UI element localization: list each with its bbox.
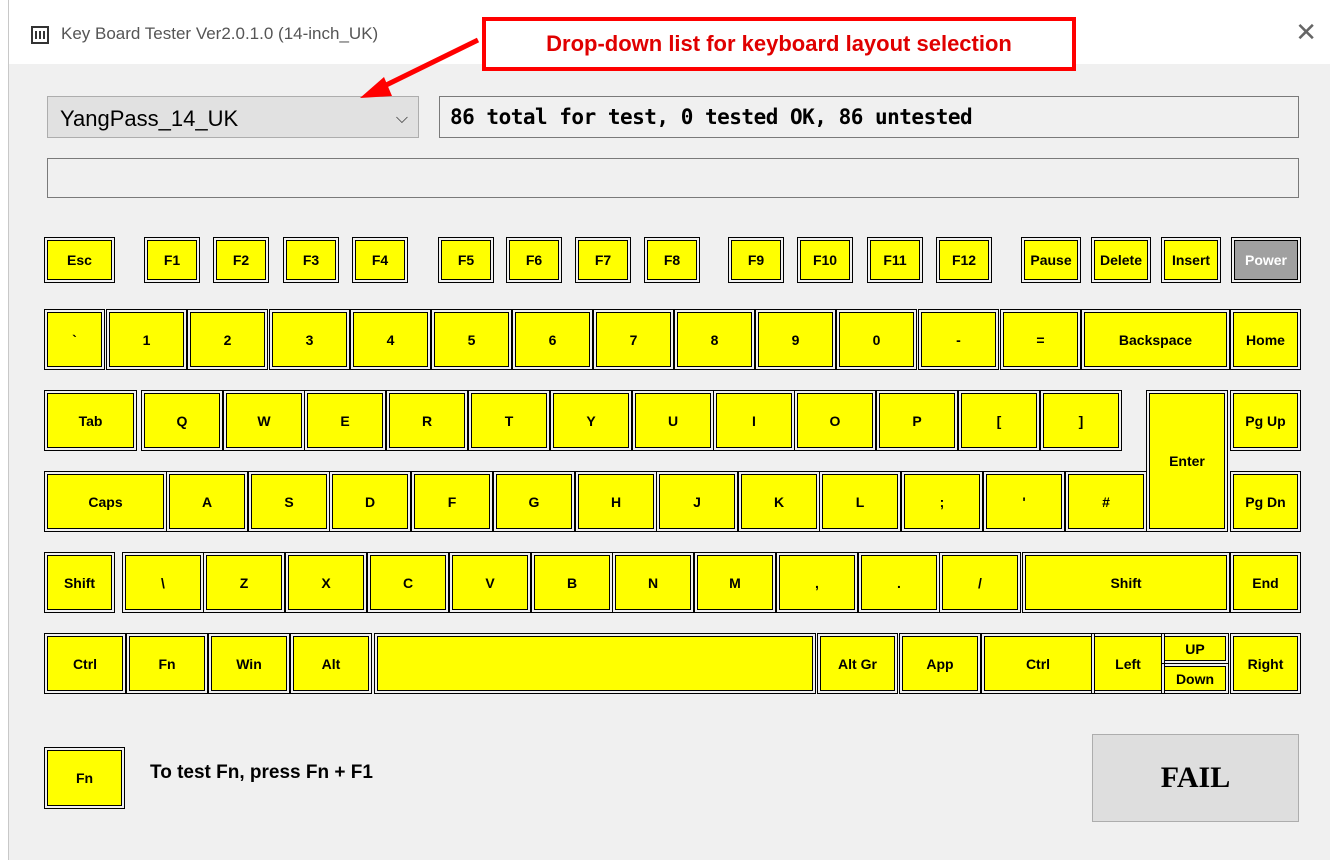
annotation-arrow xyxy=(360,37,480,98)
